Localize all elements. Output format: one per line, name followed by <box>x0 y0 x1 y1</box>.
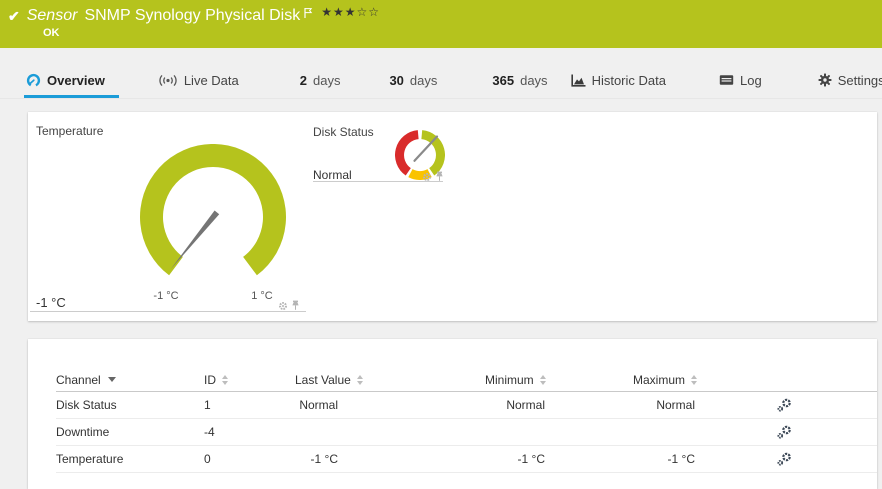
cell-id: 0 <box>204 452 295 466</box>
tab-historic-data[interactable]: Historic Data <box>569 65 668 98</box>
table-row-downtime[interactable]: Downtime -4 <box>56 419 877 446</box>
sort-icon <box>691 375 697 385</box>
chart-icon <box>571 74 586 87</box>
sensor-status-text: OK <box>43 27 872 39</box>
tab-30-days[interactable]: 30 days <box>387 65 439 98</box>
tab-2-days[interactable]: 2 days <box>298 65 343 98</box>
sort-icon <box>222 375 228 385</box>
sensor-title: SNMP Synology Physical Disk <box>84 7 300 25</box>
cell-id: 1 <box>204 398 295 412</box>
column-header-last-value[interactable]: Last Value <box>295 373 485 387</box>
object-kind-label: Sensor <box>27 7 78 25</box>
overview-gauges-panel: Temperature -1 °C 1 °C -1 °C Disk Status… <box>28 112 877 321</box>
tab-number: 365 <box>492 73 514 88</box>
column-header-maximum[interactable]: Maximum <box>633 373 777 387</box>
table-header-row: Channel ID Last Value Minimum Maximum <box>56 368 877 392</box>
sort-icon <box>357 375 363 385</box>
column-header-label: Last Value <box>295 373 351 387</box>
disk-status-widget-title: Disk Status <box>313 125 374 139</box>
widget-pin-icon[interactable] <box>435 171 444 182</box>
tab-label: Settings <box>838 73 882 88</box>
cell-channel: Temperature <box>56 452 204 466</box>
cell-minimum: Normal <box>485 398 633 412</box>
disk-status-value: Normal <box>313 168 352 182</box>
tab-label: days <box>410 73 437 88</box>
widget-gear-icon[interactable] <box>422 172 432 182</box>
broadcast-icon <box>158 74 178 87</box>
column-header-id[interactable]: ID <box>204 373 295 387</box>
channel-settings-icon[interactable] <box>777 425 792 439</box>
column-header-label: Maximum <box>633 373 685 387</box>
cell-maximum: Normal <box>633 398 777 412</box>
cell-minimum: -1 °C <box>485 452 633 466</box>
gauge-needle <box>171 211 219 270</box>
temperature-widget-title: Temperature <box>36 124 103 138</box>
cell-channel: Downtime <box>56 425 204 439</box>
widget-divider <box>30 311 306 312</box>
table-row-temperature[interactable]: Temperature 0 -1 °C -1 °C -1 °C <box>56 446 877 473</box>
column-header-label: Channel <box>56 373 101 387</box>
tab-label: Log <box>740 73 762 88</box>
widget-pin-icon[interactable] <box>291 300 300 311</box>
priority-stars[interactable]: ★★★☆☆ <box>321 5 380 19</box>
gauge-icon <box>26 73 41 88</box>
cell-maximum: -1 °C <box>633 452 777 466</box>
channels-panel: Channel ID Last Value Minimum Maximum <box>28 339 877 489</box>
cell-last-value: -1 °C <box>295 452 485 466</box>
tab-label: days <box>313 73 340 88</box>
cell-id: -4 <box>204 425 295 439</box>
tab-overview[interactable]: Overview <box>24 65 119 98</box>
tab-label: Live Data <box>184 73 239 88</box>
disk-status-widget-tools <box>422 171 444 182</box>
column-header-channel[interactable]: Channel <box>56 373 204 387</box>
tab-label: Overview <box>47 73 105 88</box>
tab-label: Historic Data <box>592 73 666 88</box>
table-row-disk-status[interactable]: Disk Status 1 Normal Normal Normal <box>56 392 877 419</box>
tab-settings[interactable]: Settings <box>816 65 882 98</box>
gauge-scale-min: -1 °C <box>141 290 191 302</box>
column-header-label: Minimum <box>485 373 534 387</box>
gear-icon <box>818 73 832 87</box>
widget-gear-icon[interactable] <box>278 301 288 311</box>
tab-number: 30 <box>389 73 403 88</box>
sort-descending-icon <box>108 377 116 382</box>
column-header-label: ID <box>204 373 216 387</box>
channel-settings-icon[interactable] <box>777 452 792 466</box>
cell-last-value: Normal <box>295 398 485 412</box>
temperature-current-value: -1 °C <box>36 295 66 310</box>
channel-settings-icon[interactable] <box>777 398 792 412</box>
tab-bar: Overview Live Data 2 days 30 days 365 da… <box>0 65 882 99</box>
temperature-gauge <box>140 144 286 276</box>
tab-365-days[interactable]: 365 days <box>490 65 549 98</box>
gauge-needle <box>415 137 438 161</box>
temperature-widget-tools <box>278 300 300 311</box>
tab-log[interactable]: Log <box>717 65 764 98</box>
status-ok-check-icon: ✔ <box>8 8 20 25</box>
tab-live-data[interactable]: Live Data <box>156 65 241 98</box>
sensor-header: ✔ Sensor SNMP Synology Physical Disk ★★★… <box>0 0 882 48</box>
tab-label: days <box>520 73 547 88</box>
log-list-icon <box>719 74 734 86</box>
cell-channel: Disk Status <box>56 398 204 412</box>
flag-icon[interactable] <box>303 7 313 19</box>
channels-table: Channel ID Last Value Minimum Maximum <box>56 368 877 473</box>
tab-number: 2 <box>300 73 307 88</box>
column-header-minimum[interactable]: Minimum <box>485 373 633 387</box>
sort-icon <box>540 375 546 385</box>
